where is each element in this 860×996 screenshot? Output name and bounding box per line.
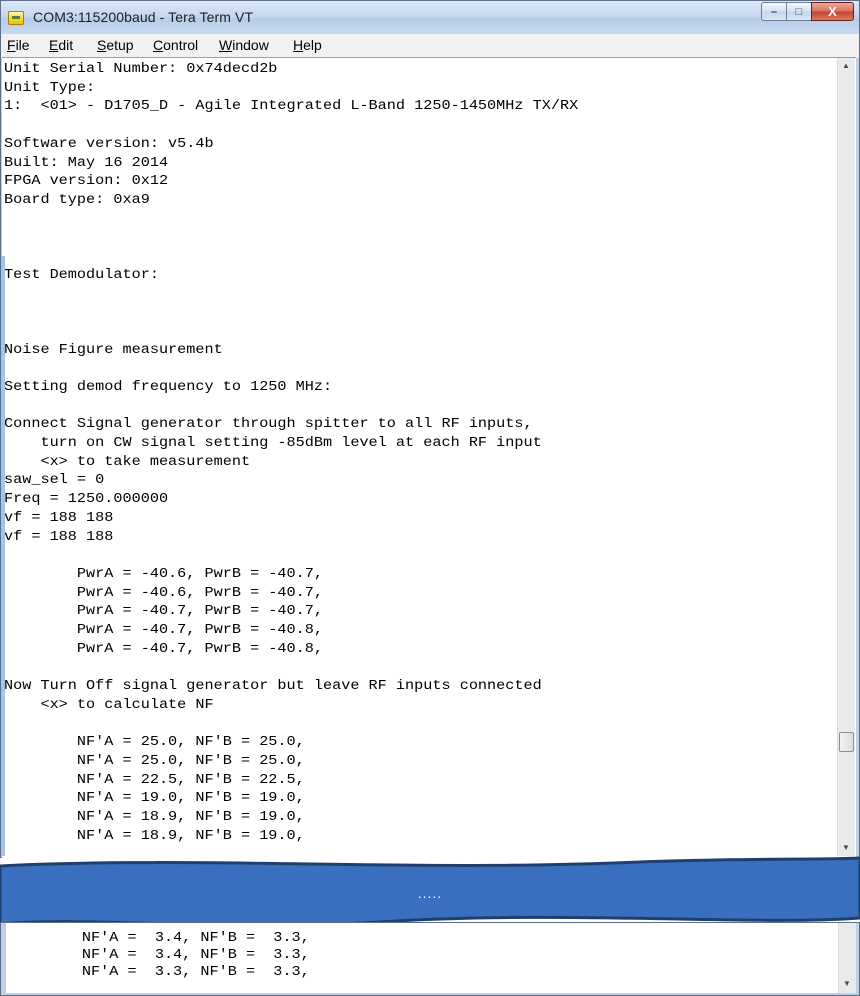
menu-label-rest: elp: [303, 37, 322, 53]
terminal-line: NF'A = 3.4, NF'B = 3.3,: [9, 931, 310, 946]
menu-accelerator: F: [7, 37, 16, 53]
vertical-scrollbar[interactable]: ▲ ▼: [837, 58, 855, 856]
scroll-up-arrow-icon[interactable]: ▲: [842, 61, 850, 70]
menu-label-rest: ontrol: [163, 37, 199, 53]
menu-accelerator: H: [293, 37, 304, 53]
terminal-line: NF'A = 25.0, NF'B = 25.0,: [4, 733, 305, 750]
terminal-line: NF'A = 18.9, NF'B = 19.0,: [4, 808, 305, 825]
scrollbar-thumb[interactable]: [839, 732, 854, 752]
terminal-line: PwrA = -40.7, PwrB = -40.8,: [4, 639, 323, 657]
window-border-accent: [1, 256, 5, 856]
menu-accelerator: S: [97, 37, 107, 53]
terminal-line: PwrA = -40.6, PwrB = -40.7,: [4, 565, 323, 582]
terminal-line: NF'A = 3.4, NF'B = 3.3,: [9, 946, 310, 963]
terminal-line: NF'A = 18.9, NF'B = 19.0,: [4, 826, 305, 844]
terminal-line: vf = 188 188: [4, 527, 114, 544]
terminal-line: NF'A = 25.0, NF'B = 25.0,: [4, 752, 305, 769]
window-title: COM3:115200baud - Tera Term VT: [33, 9, 254, 25]
terminal-line: NF'A = 22.5, NF'B = 22.5,: [4, 770, 305, 787]
terminal-line: NF'A = 3.3, NF'B = 3.3,: [9, 963, 310, 980]
menu-label-rest: ile: [15, 37, 30, 53]
terminal-line: Noise Figure measurement: [4, 340, 223, 357]
menu-label-rest: etup: [106, 37, 134, 53]
terminal-line: <x> to take measurement: [4, 452, 251, 470]
terminal-line: turn on CW signal setting -85dBm level a…: [4, 434, 542, 451]
terminal-line: Unit Serial Number: 0x74decd2b: [4, 60, 278, 77]
terminal-line: Software version: v5.4b: [4, 134, 214, 152]
scroll-down-arrow-icon[interactable]: ▼: [843, 979, 851, 988]
menu-accelerator: W: [219, 37, 233, 53]
menu-window[interactable]: Window: [219, 37, 269, 53]
menu-label-rest: indow: [232, 37, 269, 53]
menu-setup[interactable]: Setup: [97, 37, 134, 53]
vertical-scrollbar-tail[interactable]: ▼: [838, 923, 856, 993]
terminal-line: Built: May 16 2014: [4, 153, 169, 170]
menu-control[interactable]: Control: [153, 37, 198, 53]
terminal-line: 1: <01> - D1705_D - Agile Integrated L-B…: [4, 97, 579, 114]
scroll-down-arrow-icon[interactable]: ▼: [842, 843, 850, 852]
tera-term-icon[interactable]: [8, 11, 24, 25]
terminal-line: Test Demodulator:: [4, 265, 159, 283]
terminal-line: Now Turn Off signal generator but leave …: [4, 677, 542, 694]
terminal-line: Setting demod frequency to 1250 MHz:: [4, 378, 333, 395]
title-bar[interactable]: COM3:115200baud - Tera Term VT – □ X: [1, 1, 859, 34]
terminal-line: Board type: 0xa9: [4, 191, 150, 208]
minimize-button[interactable]: –: [761, 2, 787, 21]
terminal-output[interactable]: Unit Serial Number: 0x74decd2b Unit Type:…: [4, 60, 837, 858]
content-break-label: .....: [417, 885, 443, 901]
terminal-line: PwrA = -40.7, PwrB = -40.7,: [4, 602, 323, 619]
menu-help[interactable]: Help: [293, 37, 322, 53]
terminal-client-area-tail[interactable]: NF'A = 3.4, NF'B = 3.3, NF'A = 3.4, NF'B…: [6, 923, 856, 993]
terminal-line: PwrA = -40.7, PwrB = -40.8,: [4, 621, 323, 638]
maximize-button[interactable]: □: [786, 2, 812, 21]
menu-bar: File Edit Setup Control Window Help: [1, 34, 859, 58]
menu-accelerator: C: [153, 37, 164, 53]
terminal-line: PwrA = -40.6, PwrB = -40.7,: [4, 583, 323, 600]
terminal-window: COM3:115200baud - Tera Term VT – □ X Fil…: [0, 0, 860, 858]
terminal-line: Freq = 1250.000000: [4, 490, 169, 507]
terminal-line: FPGA version: 0x12: [4, 172, 169, 189]
menu-accelerator: E: [49, 37, 59, 53]
menu-file[interactable]: File: [7, 37, 30, 53]
terminal-line: <x> to calculate NF: [4, 695, 214, 713]
menu-edit[interactable]: Edit: [49, 37, 73, 53]
terminal-line: NF'A = 19.0, NF'B = 19.0,: [4, 789, 305, 806]
terminal-client-area[interactable]: Unit Serial Number: 0x74decd2b Unit Type:…: [2, 57, 856, 858]
menu-label-rest: dit: [58, 37, 74, 53]
terminal-window-tail: NF'A = 3.4, NF'B = 3.3, NF'A = 3.4, NF'B…: [0, 922, 860, 996]
window-controls: – □ X: [761, 2, 854, 22]
terminal-output-tail[interactable]: NF'A = 3.4, NF'B = 3.3, NF'A = 3.4, NF'B…: [9, 931, 829, 995]
terminal-line: Unit Type:: [4, 78, 96, 96]
close-button[interactable]: X: [811, 2, 854, 21]
terminal-line: saw_sel = 0: [4, 471, 105, 488]
terminal-line: vf = 188 188: [4, 508, 114, 526]
terminal-line: Connect Signal generator through spitter…: [4, 415, 533, 432]
